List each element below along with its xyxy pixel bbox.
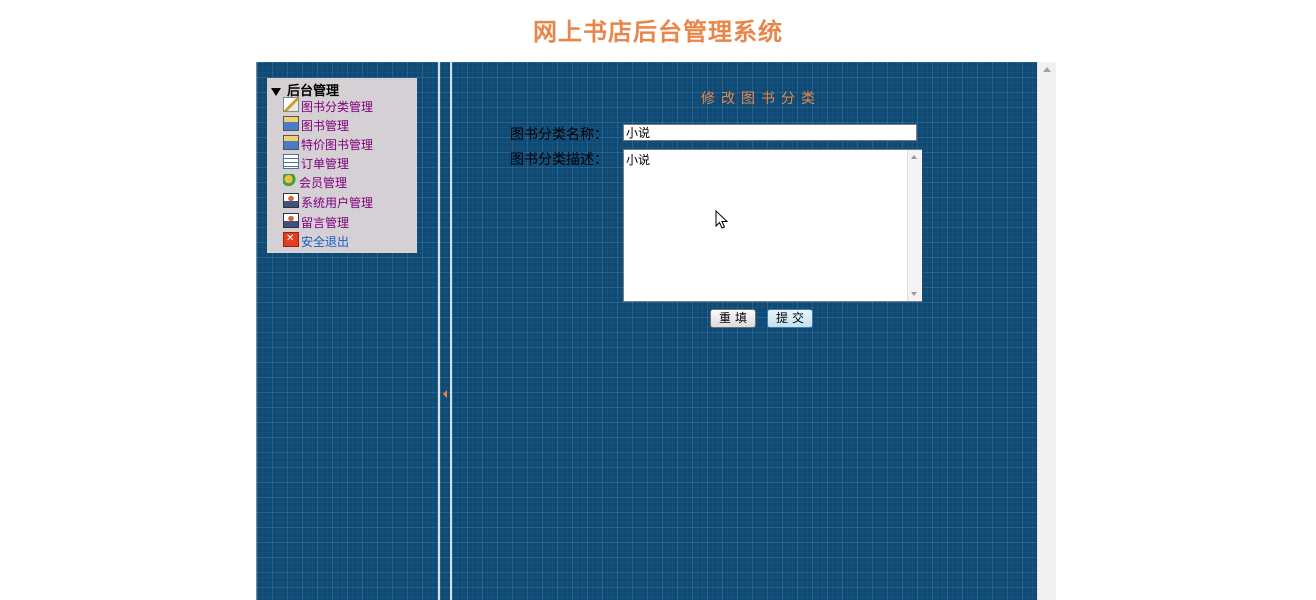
- category-desc-label: 图书分类描述：: [510, 152, 608, 168]
- person-icon: [283, 213, 299, 228]
- menu-item-label: 图书管理: [301, 119, 350, 133]
- frame-splitter[interactable]: [438, 62, 452, 600]
- mouse-cursor-icon: [715, 210, 729, 229]
- category-desc-textarea[interactable]: 小说: [623, 149, 922, 302]
- left-nav-pane: 后台管理 图书分类管理 图书管理 特价图书管理 订单管理 会员管理 系统用户管理…: [257, 62, 438, 600]
- page-title: 网上书店后台管理系统: [533, 17, 783, 46]
- menu-item-logout[interactable]: 安全退出: [283, 230, 350, 251]
- category-name-label: 图书分类名称：: [510, 127, 608, 143]
- page-scrollbar[interactable]: [1037, 62, 1056, 600]
- menu-item-special-books[interactable]: 特价图书管理: [283, 135, 374, 154]
- exit-icon: [283, 230, 299, 248]
- list-icon: [283, 154, 299, 169]
- menu-item-label: 会员管理: [299, 176, 348, 190]
- scroll-down-icon[interactable]: [911, 292, 917, 296]
- menu-item-label: 安全退出: [301, 235, 350, 249]
- admin-frameset: 后台管理 图书分类管理 图书管理 特价图书管理 订单管理 会员管理 系统用户管理…: [256, 62, 1056, 600]
- edit-icon: [283, 97, 299, 112]
- content-pane: 修改图书分类 图书分类名称： 图书分类描述： 小说 重填 提交: [452, 62, 1037, 600]
- category-name-input[interactable]: [623, 124, 917, 141]
- collapse-arrow-icon[interactable]: [443, 390, 447, 398]
- menu-header[interactable]: 后台管理: [271, 80, 339, 99]
- menu-item-label: 特价图书管理: [301, 138, 374, 152]
- menu-item-books[interactable]: 图书管理: [283, 116, 350, 135]
- form-title: 修改图书分类: [701, 91, 821, 107]
- users-icon: [283, 174, 297, 187]
- menu-item-label: 图书分类管理: [301, 100, 374, 114]
- menu-item-category[interactable]: 图书分类管理: [283, 97, 374, 116]
- scroll-up-icon[interactable]: [1043, 67, 1051, 72]
- folder-icon: [283, 135, 299, 150]
- menu-item-label: 系统用户管理: [301, 196, 374, 210]
- folder-icon: [283, 116, 299, 131]
- triangle-down-icon: [271, 87, 281, 96]
- menu-item-label: 订单管理: [301, 157, 350, 171]
- textarea-scrollbar[interactable]: [907, 150, 922, 301]
- menu-item-system-users[interactable]: 系统用户管理: [283, 193, 374, 212]
- reset-button[interactable]: 重填: [710, 309, 757, 328]
- scroll-up-icon[interactable]: [911, 155, 917, 159]
- admin-menu: 后台管理 图书分类管理 图书管理 特价图书管理 订单管理 会员管理 系统用户管理…: [267, 78, 417, 253]
- menu-item-members[interactable]: 会员管理: [283, 174, 347, 192]
- submit-button[interactable]: 提交: [767, 309, 814, 328]
- menu-item-label: 留言管理: [301, 216, 350, 230]
- menu-item-orders[interactable]: 订单管理: [283, 154, 350, 173]
- person-icon: [283, 193, 299, 208]
